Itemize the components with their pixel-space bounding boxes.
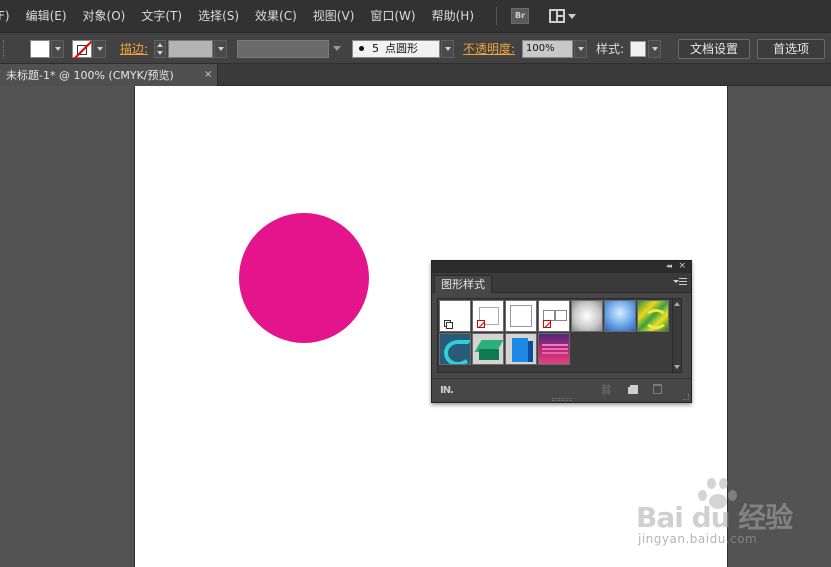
graphic-styles-panel: ◂◂ × 图形样式 IN. ⛓ (431, 260, 692, 403)
scroll-down-icon[interactable] (674, 365, 680, 369)
chevron-down-icon (444, 46, 451, 51)
delete-icon[interactable] (653, 384, 662, 394)
green-3d-style-swatch[interactable] (472, 333, 504, 365)
brush-dot-icon (359, 46, 364, 51)
brush-size: 5 (372, 41, 379, 55)
variable-width-profile[interactable] (237, 39, 329, 58)
none-icon (477, 320, 485, 328)
panel-resize-grip[interactable] (552, 398, 572, 401)
two-boxes-style-swatch[interactable] (538, 300, 570, 332)
opacity-label[interactable]: 不透明度: (463, 40, 515, 57)
menu-bar: F) 编辑(E) 对象(O) 文字(T) 选择(S) 效果(C) 视图(V) 窗… (0, 0, 831, 32)
opacity-field[interactable]: 100% (522, 39, 573, 58)
canvas-workspace[interactable] (0, 86, 831, 567)
panel-title-bar[interactable]: ◂◂ × (432, 261, 691, 273)
white-box-icon (510, 305, 532, 327)
graphic-styles-grid (438, 299, 674, 374)
brush-definition-field[interactable]: 5 点圆形 (352, 39, 440, 58)
box-icon (555, 310, 567, 321)
stroke-weight-stepper[interactable] (154, 39, 166, 58)
collapse-icon[interactable]: ◂◂ (666, 262, 672, 271)
workspace-switcher[interactable] (549, 9, 576, 23)
chevron-down-icon (54, 46, 61, 51)
teal-swirl-style-swatch[interactable] (439, 333, 471, 365)
blue-radial-style-swatch[interactable] (604, 300, 636, 332)
document-tab-title: 未标题-1* @ 100% (CMYK/预览) (6, 69, 174, 82)
new-graphic-style-icon[interactable] (626, 383, 638, 394)
close-icon[interactable]: × (678, 261, 686, 272)
menu-separator (496, 7, 497, 25)
control-bar: 描边: 5 点圆形 不透明度: 100% 样式: 文档设置 首选项 (0, 32, 831, 64)
tab-graphic-styles[interactable]: 图形样式 (434, 275, 492, 293)
graphic-style-swatch[interactable] (630, 40, 646, 57)
document-tab[interactable]: 未标题-1* @ 100% (CMYK/预览) × (0, 64, 218, 86)
menu-type[interactable]: 文字(T) (133, 0, 190, 32)
panel-menu-icon[interactable] (673, 277, 687, 287)
menu-help[interactable]: 帮助(H) (424, 0, 482, 32)
document-setup-button[interactable]: 文档设置 (678, 38, 750, 59)
close-icon[interactable]: × (204, 69, 212, 80)
menu-edit[interactable]: 编辑(E) (18, 0, 75, 32)
blue-3d-style-swatch[interactable] (505, 333, 537, 365)
stroke-weight-field[interactable] (168, 39, 213, 58)
style-label: 样式: (596, 42, 625, 56)
chevron-down-icon (568, 13, 576, 19)
graphic-styles-list (437, 298, 682, 373)
chevron-down-icon (217, 46, 224, 51)
opacity-dropdown[interactable] (574, 39, 587, 58)
menu-object[interactable]: 对象(O) (75, 0, 134, 32)
chevron-down-icon[interactable] (333, 46, 341, 51)
none-icon (543, 320, 551, 328)
bridge-button[interactable]: Br (511, 8, 529, 24)
brush-shape: 点圆形 (385, 41, 418, 55)
document-tab-bar: 未标题-1* @ 100% (CMYK/预览) × (0, 64, 831, 86)
stroke-weight-dropdown[interactable] (214, 39, 227, 58)
magenta-stripes-style-swatch[interactable] (538, 333, 570, 365)
pink-circle-shape[interactable] (239, 213, 369, 343)
grey-radial-style-swatch[interactable] (571, 300, 603, 332)
menu-bars-icon (679, 278, 687, 285)
stroke-color-swatch[interactable] (72, 39, 92, 58)
menu-window[interactable]: 窗口(W) (362, 0, 423, 32)
chevron-down-icon (651, 46, 658, 51)
panel-footer: IN. ⛓ (432, 378, 691, 402)
white-fill-style-swatch[interactable] (505, 300, 537, 332)
box-face-icon (512, 338, 528, 362)
cube-front-icon (479, 349, 499, 360)
default-style-swatch[interactable] (439, 300, 471, 332)
menu-effect[interactable]: 效果(C) (247, 0, 305, 32)
preferences-button[interactable]: 首选项 (757, 38, 825, 59)
no-stroke-style-swatch[interactable] (472, 300, 504, 332)
chevron-down-icon (96, 46, 103, 51)
resize-corner-icon[interactable] (683, 394, 689, 400)
stroke-dropdown[interactable] (93, 39, 106, 58)
graphic-style-libraries-icon[interactable]: IN. (440, 385, 454, 396)
box-side-icon (528, 341, 533, 362)
menu-file[interactable]: F) (0, 0, 18, 32)
fill-dropdown[interactable] (51, 39, 64, 58)
fill-color-swatch[interactable] (30, 39, 50, 58)
stroke-label[interactable]: 描边: (120, 40, 148, 57)
menu-select[interactable]: 选择(S) (190, 0, 247, 32)
panel-tab-row: 图形样式 (432, 273, 691, 293)
yellow-swirl-style-swatch[interactable] (637, 300, 669, 332)
arrange-documents-icon (549, 9, 565, 23)
menu-view[interactable]: 视图(V) (305, 0, 363, 32)
scroll-up-icon[interactable] (674, 302, 680, 306)
brush-dropdown[interactable] (441, 39, 454, 58)
chevron-down-icon (577, 46, 584, 51)
control-bar-grip[interactable] (3, 40, 5, 58)
panel-scrollbar[interactable] (672, 299, 681, 372)
default-style-icon-back (446, 322, 453, 329)
graphic-style-dropdown[interactable] (648, 39, 661, 58)
break-link-icon[interactable]: ⛓ (600, 385, 613, 396)
